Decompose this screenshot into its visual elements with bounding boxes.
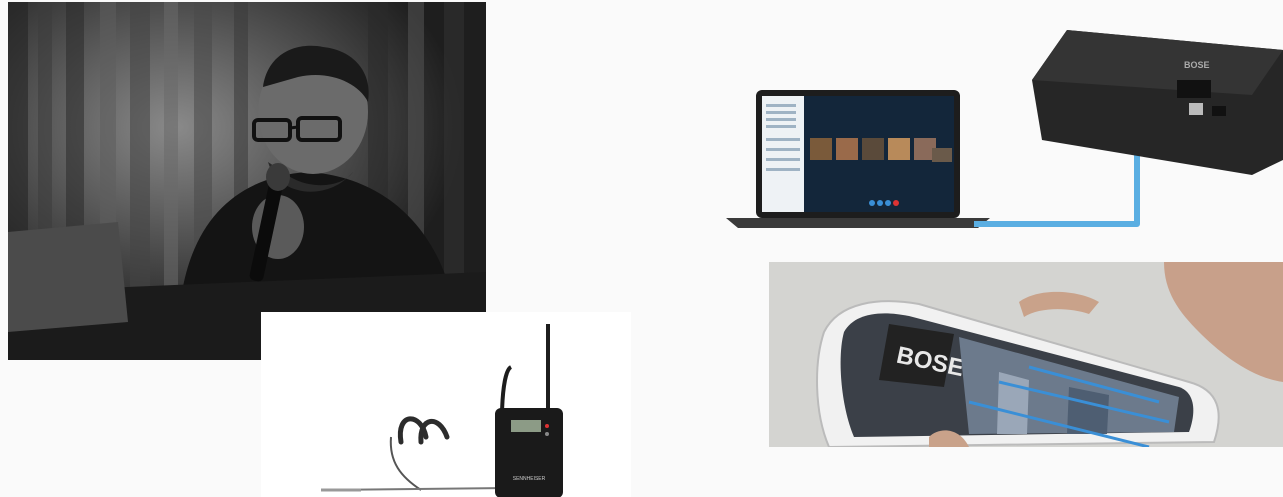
laptop-connection-diagram: BOSE [722, 20, 1283, 232]
phone-illustration: BOSE [769, 262, 1283, 447]
laptop-diagram-illustration: BOSE [726, 30, 1283, 228]
bodypack-brand-text: SENNHEISER [513, 476, 546, 482]
box-brand-text: BOSE [1184, 60, 1210, 70]
bodypack-illustration: SENNHEISER [320, 324, 563, 497]
phone-app-photo: BOSE [769, 262, 1283, 447]
speaker-photo-illustration [8, 2, 486, 360]
bodypack-photo: SENNHEISER [261, 312, 631, 497]
speaker-photo [8, 2, 486, 360]
